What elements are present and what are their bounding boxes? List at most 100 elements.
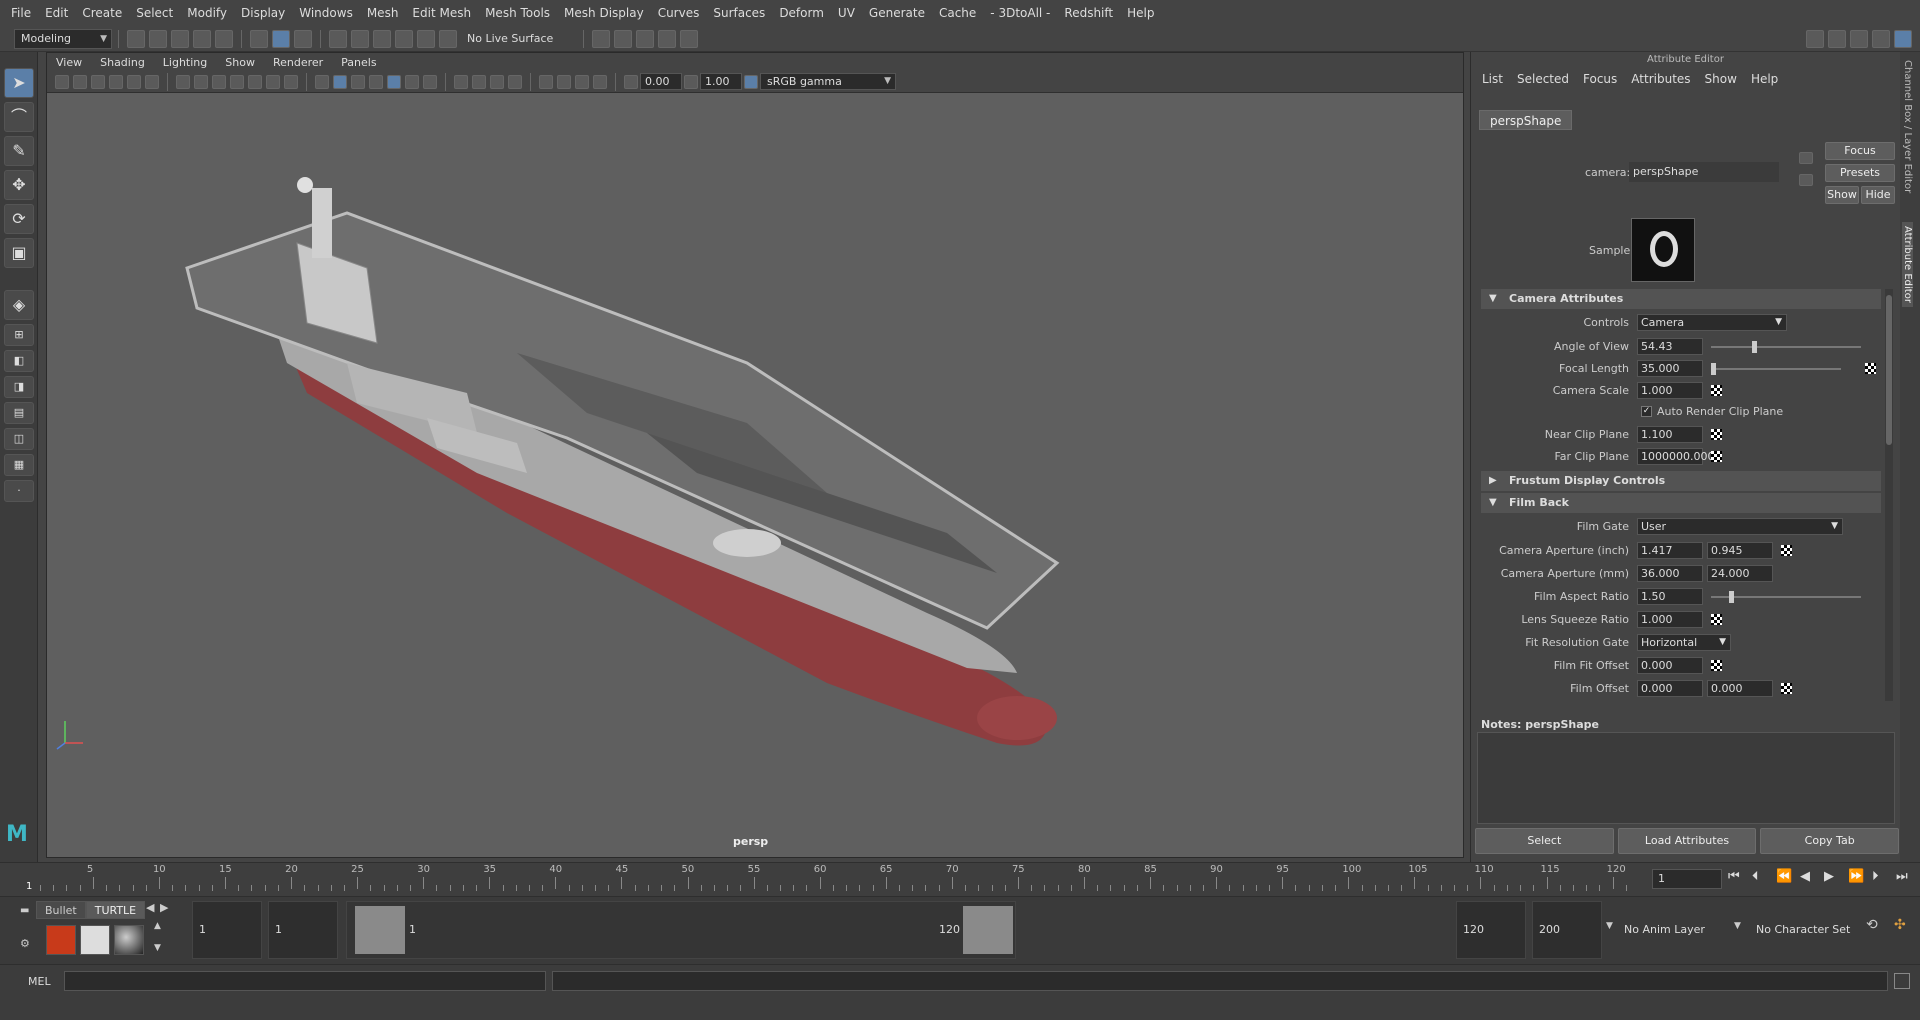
screen-space-ao-icon[interactable] bbox=[454, 74, 468, 89]
map-texture-icon[interactable] bbox=[1711, 660, 1722, 671]
copy-tab-button[interactable]: Copy Tab bbox=[1760, 828, 1900, 854]
snap-surface-icon[interactable] bbox=[417, 29, 435, 48]
rotate-tool-icon[interactable]: ⟳ bbox=[4, 204, 34, 234]
live-surface-label[interactable]: No Live Surface bbox=[467, 32, 553, 45]
film-gate-icon[interactable] bbox=[194, 74, 208, 89]
tab-perspshape[interactable]: perspShape bbox=[1479, 110, 1573, 130]
select-hierarchy-icon[interactable] bbox=[250, 29, 268, 48]
go-to-start-icon[interactable]: ⏮ bbox=[1728, 869, 1740, 884]
shelf-fire-icon[interactable] bbox=[46, 925, 76, 955]
shelf-scroll-right-icon[interactable]: ▶ bbox=[160, 901, 168, 914]
select-button[interactable]: Select bbox=[1475, 828, 1614, 854]
ae-menu-attributes[interactable]: Attributes bbox=[1624, 72, 1697, 86]
ae-menu-selected[interactable]: Selected bbox=[1510, 72, 1576, 86]
persp-graph-layout-icon[interactable]: ▤ bbox=[4, 402, 34, 424]
play-backwards-icon[interactable]: ◀ bbox=[1800, 869, 1810, 884]
menu-display[interactable]: Display bbox=[234, 6, 292, 20]
lens-squeeze-field[interactable]: 1.000 bbox=[1637, 611, 1703, 628]
wireframe-on-shaded-icon[interactable] bbox=[369, 74, 383, 89]
gate-mask-icon[interactable] bbox=[230, 74, 244, 89]
ae-menu-show[interactable]: Show bbox=[1698, 72, 1744, 86]
mode-dropdown[interactable]: Modeling ▼ bbox=[14, 28, 112, 49]
gamma-field[interactable]: 1.00 bbox=[700, 73, 742, 90]
redo-icon[interactable] bbox=[215, 29, 233, 48]
slider-knob[interactable] bbox=[1729, 591, 1734, 603]
shadows-icon[interactable] bbox=[423, 74, 437, 89]
angle-of-view-slider[interactable] bbox=[1711, 341, 1861, 353]
menu-surfaces[interactable]: Surfaces bbox=[706, 6, 772, 20]
shelf-scroll-up-icon[interactable]: ▲ bbox=[154, 921, 161, 931]
focal-length-field[interactable]: 35.000 bbox=[1637, 360, 1703, 377]
exposure-icon[interactable] bbox=[624, 74, 638, 89]
safe-title-icon[interactable] bbox=[284, 74, 298, 89]
safe-action-icon[interactable] bbox=[266, 74, 280, 89]
chevron-down-icon[interactable]: ▼ bbox=[1606, 921, 1613, 931]
aperture-inch-y-field[interactable]: 0.945 bbox=[1707, 542, 1773, 559]
aperture-mm-y-field[interactable]: 24.000 bbox=[1707, 565, 1773, 582]
new-scene-icon[interactable] bbox=[127, 29, 145, 48]
multisample-aa-icon[interactable] bbox=[490, 74, 504, 89]
move-tool-icon[interactable]: ✥ bbox=[4, 170, 34, 200]
save-scene-icon[interactable] bbox=[171, 29, 189, 48]
aperture-inch-x-field[interactable]: 1.417 bbox=[1637, 542, 1703, 559]
shelf-scroll-left-icon[interactable]: ◀ bbox=[146, 901, 154, 914]
map-texture-icon[interactable] bbox=[1781, 545, 1792, 556]
outliner-layout-icon[interactable]: ▦ bbox=[4, 454, 34, 476]
select-tool-icon[interactable]: ➤ bbox=[4, 68, 34, 98]
camera-scale-field[interactable]: 1.000 bbox=[1637, 382, 1703, 399]
focal-length-slider[interactable] bbox=[1711, 363, 1841, 375]
tab-attribute-editor[interactable]: Attribute Editor bbox=[1902, 222, 1913, 307]
show-button[interactable]: Show bbox=[1825, 186, 1859, 204]
notes-textarea[interactable] bbox=[1477, 732, 1895, 824]
persp-outliner-layout-icon[interactable]: ◨ bbox=[4, 376, 34, 398]
map-texture-icon[interactable] bbox=[1711, 451, 1722, 462]
script-language-toggle[interactable]: MEL bbox=[28, 975, 51, 988]
range-slider-track[interactable]: 1 120 bbox=[346, 901, 1016, 959]
ae-menu-help[interactable]: Help bbox=[1744, 72, 1785, 86]
current-frame-field[interactable]: 1 bbox=[1652, 869, 1722, 889]
select-object-icon[interactable] bbox=[272, 29, 290, 48]
menu-select[interactable]: Select bbox=[129, 6, 180, 20]
scrollbar-thumb[interactable] bbox=[1886, 295, 1892, 445]
film-aspect-slider[interactable] bbox=[1711, 591, 1861, 603]
two-d-pan-icon[interactable] bbox=[127, 74, 141, 89]
render-settings-icon[interactable] bbox=[658, 29, 677, 48]
focus-button[interactable]: Focus bbox=[1825, 142, 1895, 160]
aperture-mm-x-field[interactable]: 36.000 bbox=[1637, 565, 1703, 582]
film-fit-offset-field[interactable]: 0.000 bbox=[1637, 657, 1703, 674]
time-slider[interactable]: 5 10 15 20 25 30 35 40 45 50 55 60 65 70 75 80 85 90 95 100… bbox=[0, 862, 1920, 896]
auto-key-icon[interactable]: ⟲ bbox=[1866, 917, 1878, 933]
paint-select-tool-icon[interactable]: ✎ bbox=[4, 136, 34, 166]
viewport-menu-panels[interactable]: Panels bbox=[332, 56, 385, 69]
wireframe-icon[interactable] bbox=[315, 74, 329, 89]
image-plane-icon[interactable] bbox=[109, 74, 123, 89]
xray-joints-icon[interactable] bbox=[575, 74, 589, 89]
character-set-dropdown[interactable]: No Character Set bbox=[1756, 901, 1866, 959]
snap-view-icon[interactable] bbox=[395, 29, 413, 48]
color-management-icon[interactable] bbox=[744, 74, 758, 89]
animation-preferences-icon[interactable]: ✣ bbox=[1894, 917, 1906, 933]
default-material-icon[interactable] bbox=[351, 74, 365, 89]
xray-components-icon[interactable] bbox=[593, 74, 607, 89]
hypershade-icon[interactable] bbox=[680, 29, 699, 48]
view-transform-dropdown[interactable]: sRGB gamma ▼ bbox=[760, 73, 896, 90]
animation-end-field[interactable]: 200 bbox=[1532, 901, 1602, 959]
menu-edit-mesh[interactable]: Edit Mesh bbox=[405, 6, 478, 20]
workspace-icon[interactable] bbox=[1806, 29, 1824, 48]
map-texture-icon[interactable] bbox=[1711, 429, 1722, 440]
script-editor-icon[interactable] bbox=[1894, 973, 1910, 989]
film-offset-y-field[interactable]: 0.000 bbox=[1707, 680, 1773, 697]
menu-mesh[interactable]: Mesh bbox=[360, 6, 406, 20]
menu-create[interactable]: Create bbox=[75, 6, 129, 20]
shelf-tab-turtle[interactable]: TURTLE bbox=[85, 901, 146, 919]
go-to-input-icon[interactable] bbox=[1799, 152, 1813, 164]
fit-gate-dropdown[interactable]: Horizontal ▼ bbox=[1637, 634, 1731, 651]
four-view-layout-icon[interactable]: ⊞ bbox=[4, 324, 34, 346]
xray-icon[interactable] bbox=[557, 74, 571, 89]
textured-icon[interactable] bbox=[387, 74, 401, 89]
shelf-scroll-down-icon[interactable]: ▼ bbox=[154, 943, 161, 953]
film-aspect-field[interactable]: 1.50 bbox=[1637, 588, 1703, 605]
modeling-toolkit-icon[interactable] bbox=[1894, 29, 1912, 48]
go-to-end-icon[interactable]: ⏭ bbox=[1896, 869, 1908, 884]
ae-menu-focus[interactable]: Focus bbox=[1576, 72, 1624, 86]
